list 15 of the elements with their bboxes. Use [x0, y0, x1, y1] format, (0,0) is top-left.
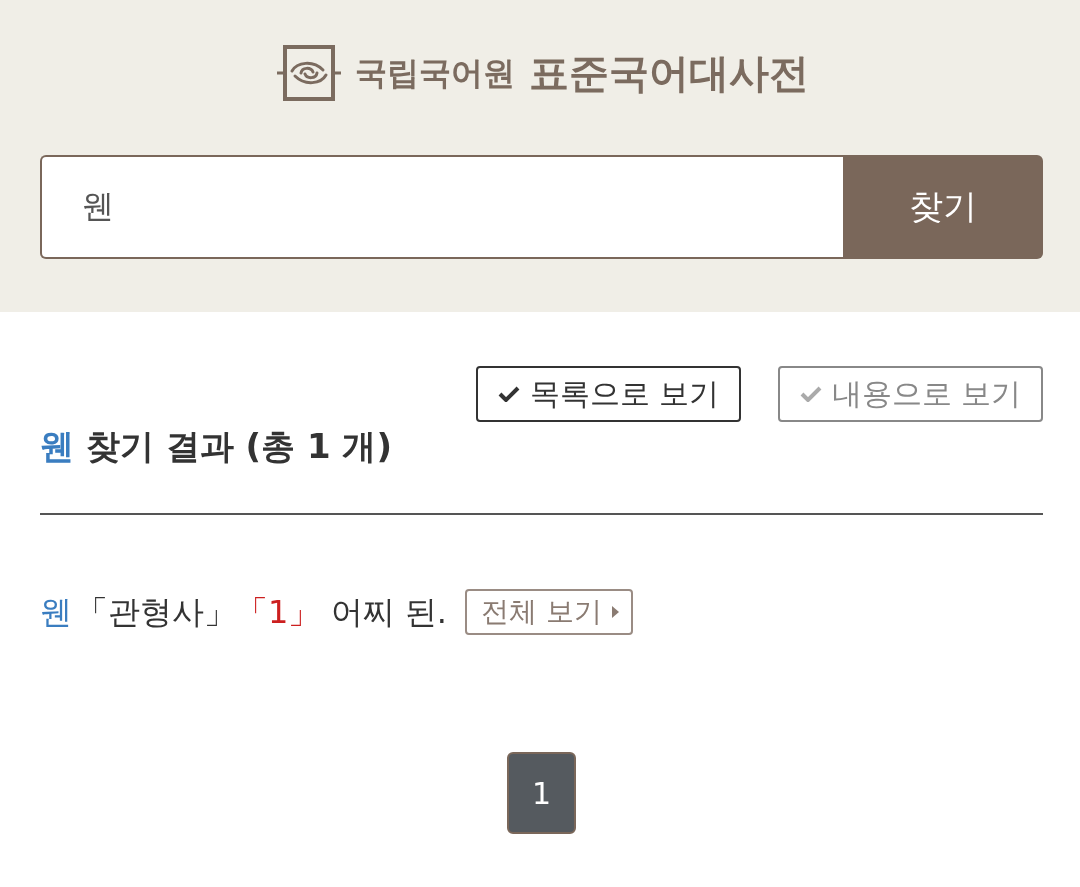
- results-heading: 웬 찾기 결과 (총 1 개): [40, 425, 392, 468]
- view-toggle-button[interactable]: 내용으로 보기: [778, 366, 1043, 422]
- page-button[interactable]: 1: [507, 752, 576, 834]
- triangle-icon: [611, 606, 619, 618]
- logo-icon: [277, 43, 341, 102]
- entry-definition: 「관형사」「1」 어찌 된.: [76, 592, 447, 633]
- view-all-button[interactable]: 전체 보기: [464, 589, 633, 635]
- view-toggle-button[interactable]: 목록으로 보기: [476, 366, 741, 422]
- headword-link[interactable]: 웬: [40, 588, 72, 636]
- search-field[interactable]: 웬: [40, 155, 843, 259]
- search-button[interactable]: 찾기: [843, 155, 1043, 259]
- check-icon: [799, 386, 822, 402]
- check-icon: [497, 386, 520, 402]
- logo-org-name: 국립국어원: [355, 56, 515, 89]
- logo-title: 표준국어대사전: [529, 52, 809, 93]
